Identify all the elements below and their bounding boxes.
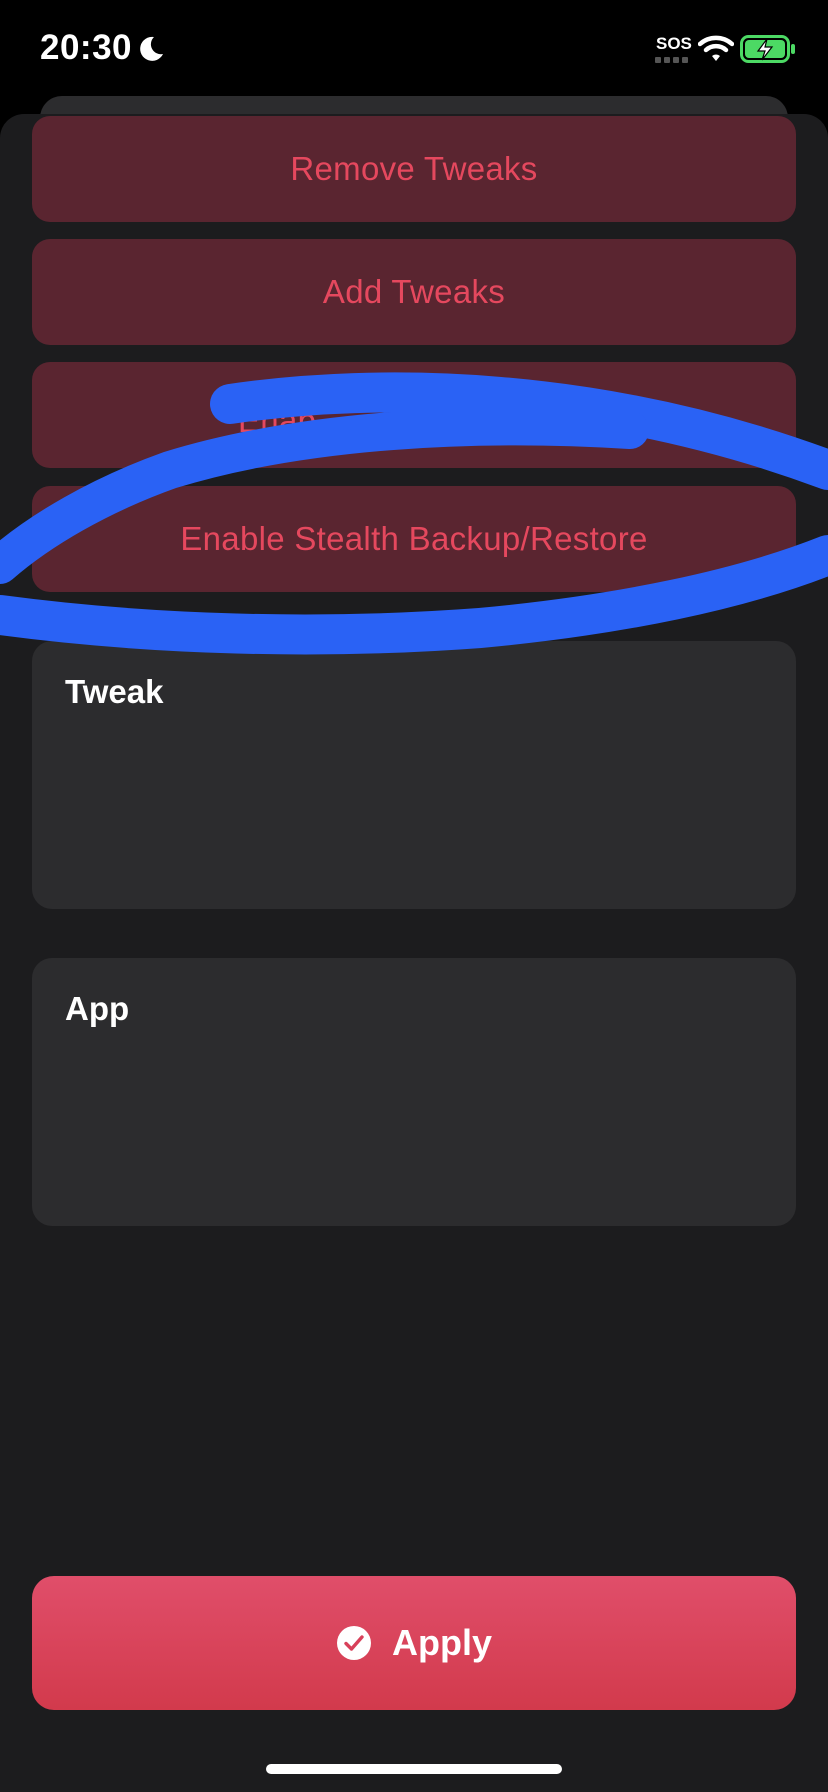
- apply-button[interactable]: Apply: [32, 1576, 796, 1710]
- home-indicator[interactable]: [266, 1764, 562, 1774]
- status-bar: 20:30 SOS: [0, 0, 828, 100]
- add-tweaks-button[interactable]: Add Tweaks: [32, 239, 796, 345]
- sos-label: SOS: [656, 34, 692, 53]
- signal-dots-icon: [655, 57, 688, 63]
- app-card-title: App: [65, 990, 130, 1027]
- moon-icon: [140, 36, 163, 61]
- tweak-card: Tweak: [32, 641, 796, 909]
- enable-obscured-label: Enab: [238, 402, 317, 439]
- app-card: App: [32, 958, 796, 1226]
- battery-charging-icon: [740, 35, 795, 63]
- apply-label: Apply: [391, 1622, 492, 1663]
- enable-obscured-button[interactable]: Enab: [32, 362, 796, 468]
- remove-tweaks-button[interactable]: Remove Tweaks: [32, 116, 796, 222]
- enable-stealth-backup-restore-button[interactable]: Enable Stealth Backup/Restore: [32, 486, 796, 592]
- checkmark-circle-icon: [336, 1626, 371, 1660]
- status-time: 20:30: [40, 28, 133, 67]
- wifi-icon: [698, 35, 734, 61]
- tweak-card-title: Tweak: [65, 673, 164, 710]
